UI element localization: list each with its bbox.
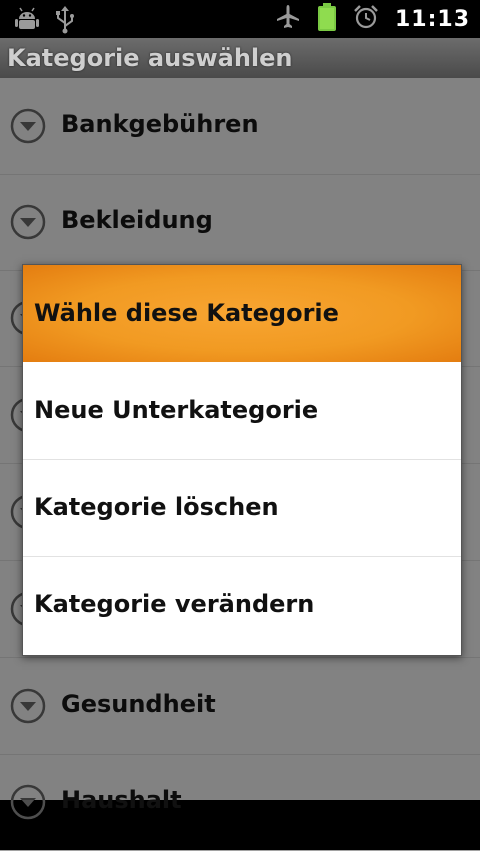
menu-item-label: Neue Unterkategorie — [34, 396, 319, 424]
usb-icon — [54, 6, 76, 38]
menu-item-label: Wähle diese Kategorie — [34, 299, 339, 327]
battery-icon — [317, 3, 337, 35]
menu-item-label: Kategorie löschen — [34, 493, 279, 521]
menu-item-new-subcategory[interactable]: Neue Unterkategorie — [23, 362, 461, 460]
menu-item-delete-category[interactable]: Kategorie löschen — [23, 459, 461, 557]
alarm-icon — [353, 4, 379, 34]
status-clock: 11:13 — [394, 6, 470, 32]
page-title: Kategorie auswählen — [7, 44, 293, 72]
title-bar: Kategorie auswählen — [0, 38, 480, 78]
context-menu: Wähle diese Kategorie Neue Unterkategori… — [22, 264, 462, 656]
menu-item-edit-category[interactable]: Kategorie verändern — [23, 556, 461, 653]
android-debug-icon — [14, 7, 40, 37]
airplane-mode-icon — [275, 4, 301, 34]
status-bar: 11:13 — [0, 0, 480, 38]
menu-item-label: Kategorie verändern — [34, 590, 315, 618]
menu-item-select-category[interactable]: Wähle diese Kategorie — [23, 265, 461, 362]
